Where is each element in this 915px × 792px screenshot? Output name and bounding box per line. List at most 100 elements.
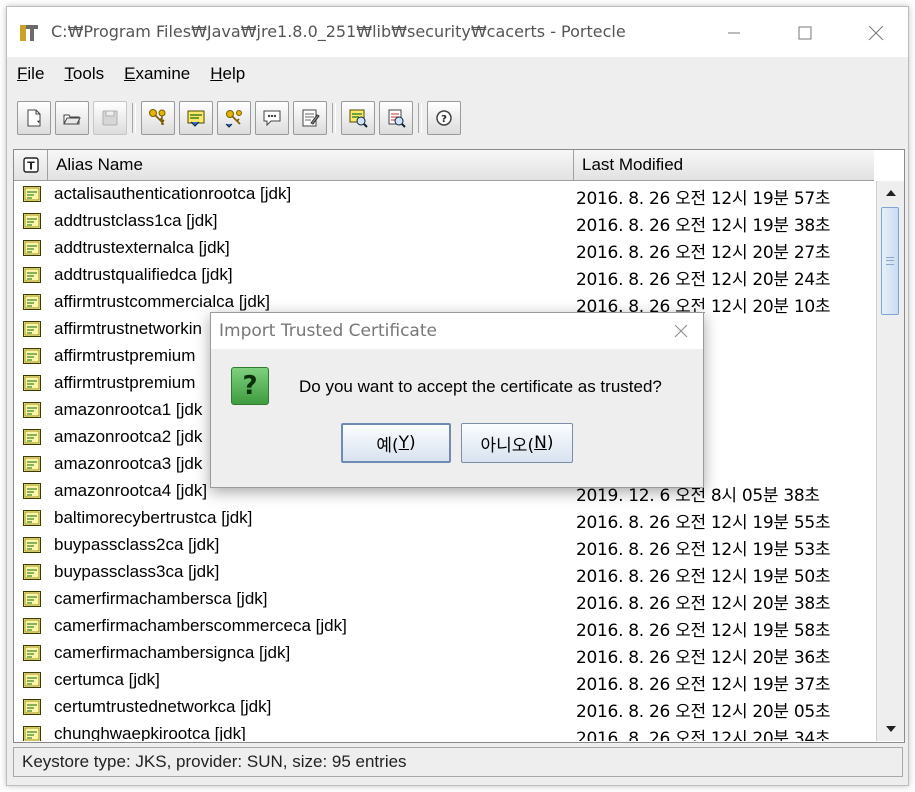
menu-tools[interactable]: Tools — [64, 64, 104, 84]
table-row[interactable]: buypassclass2ca [jdk] 2016. 8. 26 오전 12시 … — [14, 532, 874, 560]
close-icon — [674, 324, 688, 338]
toolbar-separator — [332, 103, 336, 133]
table-header: T Alias Name Last Modified — [14, 150, 874, 181]
dialog-close-button[interactable] — [669, 319, 693, 343]
trusted-certificate-icon — [23, 321, 41, 337]
minimize-button[interactable] — [711, 17, 757, 49]
svg-text:T: T — [27, 160, 35, 173]
trusted-certificate-icon — [23, 699, 41, 715]
column-header-last-modified[interactable]: Last Modified — [574, 150, 874, 180]
examine-crl-icon — [388, 109, 406, 128]
alias-cell: addtrustexternalca [jdk] — [54, 238, 230, 257]
entry-type-icon: T — [22, 157, 39, 173]
alias-cell: addtrustqualifiedca [jdk] — [54, 265, 233, 284]
trusted-certificate-icon — [23, 618, 41, 634]
trusted-certificate-icon — [23, 591, 41, 607]
trusted-certificate-icon — [23, 402, 41, 418]
change-keystore-type-icon — [302, 109, 320, 127]
alias-cell: amazonrootca4 [jdk] — [54, 481, 208, 500]
alias-cell: amazonrootca3 [jdk — [54, 454, 203, 473]
table-row[interactable]: chunghwaepkirootca [jdk] 2016. 8. 26 오전 1… — [14, 721, 874, 741]
table-row[interactable]: camerfirmachambersca [jdk] 2016. 8. 26 오전… — [14, 586, 874, 614]
import-keypair-button[interactable] — [217, 101, 251, 135]
status-bar: Keystore type: JKS, provider: SUN, size:… — [13, 747, 903, 777]
table-row[interactable]: certumca [jdk] 2016. 8. 26 오전 12시 19분 37초 — [14, 667, 874, 695]
alias-cell: actalisauthenticationrootca [jdk] — [54, 184, 292, 203]
last-modified-cell: 2016. 8. 26 오전 12시 19분 53초 — [576, 540, 831, 560]
open-keystore-icon — [63, 114, 81, 125]
dialog-title-bar: Import Trusted Certificate — [211, 313, 703, 349]
table-row[interactable]: camerfirmachambersignca [jdk] 2016. 8. 26… — [14, 640, 874, 668]
save-keystore-button[interactable] — [93, 101, 127, 135]
column-header-alias[interactable]: Alias Name — [48, 150, 574, 180]
trusted-certificate-icon — [23, 483, 41, 499]
open-keystore-button[interactable] — [55, 101, 89, 135]
svg-text:?: ? — [441, 114, 447, 125]
last-modified-cell: 2016. 8. 26 오전 12시 20분 27초 — [576, 243, 831, 263]
scroll-up-button[interactable] — [877, 183, 904, 203]
alias-cell: affirmtrustpremium — [54, 373, 196, 392]
maximize-icon — [798, 26, 812, 40]
table-row[interactable]: buypassclass3ca [jdk] 2016. 8. 26 오전 12시 … — [14, 559, 874, 587]
alias-cell: camerfirmachambersca [jdk] — [54, 589, 268, 608]
close-icon — [868, 25, 884, 41]
trusted-certificate-icon — [23, 645, 41, 661]
last-modified-cell: 2016. 8. 26 오전 12시 19분 55초 — [576, 513, 831, 533]
portecle-app-icon — [20, 25, 38, 41]
trusted-certificate-icon — [23, 267, 41, 283]
alias-cell: camerfirmachambersignca [jdk] — [54, 643, 291, 662]
trusted-certificate-icon — [23, 186, 41, 202]
trusted-certificate-icon — [23, 348, 41, 364]
menu-examine[interactable]: Examine — [124, 64, 190, 84]
trusted-certificate-icon — [23, 240, 41, 256]
close-window-button[interactable] — [853, 17, 899, 49]
last-modified-cell: 2016. 8. 26 오전 12시 19분 37초 — [576, 675, 831, 695]
alias-cell: buypassclass2ca [jdk] — [54, 535, 220, 554]
help-icon: ? — [436, 110, 452, 126]
examine-certificate-icon — [349, 109, 368, 128]
table-row[interactable]: certumtrustednetworkca [jdk] 2016. 8. 26 … — [14, 694, 874, 722]
examine-crl-button[interactable] — [379, 101, 413, 135]
help-button[interactable]: ? — [427, 101, 461, 135]
table-row[interactable]: camerfirmachamberscommerceca [jdk] 2016. … — [14, 613, 874, 641]
trusted-certificate-icon — [23, 537, 41, 553]
trusted-certificate-icon — [23, 726, 41, 741]
vertical-scrollbar[interactable] — [876, 181, 904, 741]
no-button[interactable]: 아니오(N) — [461, 423, 573, 463]
menu-file[interactable]: File — [17, 64, 44, 84]
last-modified-cell: 2016. 8. 26 오전 12시 20분 34초 — [576, 729, 831, 741]
import-keypair-icon — [225, 110, 242, 128]
generate-keypair-button[interactable] — [141, 101, 175, 135]
arrow-down-icon — [885, 726, 896, 732]
examine-certificate-button[interactable] — [341, 101, 375, 135]
new-keystore-button[interactable] — [17, 101, 51, 135]
table-row[interactable]: actalisauthenticationrootca [jdk] 2016. 8… — [14, 181, 874, 209]
toolbar-separator — [418, 103, 422, 133]
generate-keypair-icon — [149, 109, 166, 125]
column-header-type[interactable]: T — [14, 150, 48, 180]
table-row[interactable]: addtrustqualifiedca [jdk] 2016. 8. 26 오전 … — [14, 262, 874, 290]
menu-help[interactable]: Help — [210, 64, 245, 84]
import-trusted-cert-icon — [187, 110, 205, 127]
yes-button[interactable]: 예(Y) — [341, 423, 451, 463]
set-keystore-password-button[interactable] — [255, 101, 289, 135]
maximize-button[interactable] — [782, 17, 828, 49]
change-keystore-type-button[interactable] — [293, 101, 327, 135]
scrollbar-thumb[interactable] — [881, 207, 899, 315]
set-keystore-password-icon — [263, 110, 281, 127]
toolbar: ? — [7, 93, 908, 143]
table-row[interactable]: addtrustclass1ca [jdk] 2016. 8. 26 오전 12시… — [14, 208, 874, 236]
trusted-certificate-icon — [23, 375, 41, 391]
alias-cell: certumtrustednetworkca [jdk] — [54, 697, 272, 716]
question-icon: ? — [231, 367, 269, 405]
window-title: C:₩Program Files₩Java₩jre1.8.0_251₩lib₩s… — [51, 22, 626, 41]
last-modified-cell: 2016. 8. 26 오전 12시 20분 24초 — [576, 270, 831, 290]
trusted-certificate-icon — [23, 429, 41, 445]
import-trusted-certificate-button[interactable] — [179, 101, 213, 135]
last-modified-cell: 2016. 8. 26 오전 12시 19분 38초 — [576, 216, 831, 236]
table-row[interactable]: baltimorecybertrustca [jdk] 2016. 8. 26 오… — [14, 505, 874, 533]
alias-cell: affirmtrustpremium — [54, 346, 196, 365]
scroll-down-button[interactable] — [877, 719, 904, 739]
alias-cell: chunghwaepkirootca [jdk] — [54, 724, 246, 741]
table-row[interactable]: addtrustexternalca [jdk] 2016. 8. 26 오전 1… — [14, 235, 874, 263]
